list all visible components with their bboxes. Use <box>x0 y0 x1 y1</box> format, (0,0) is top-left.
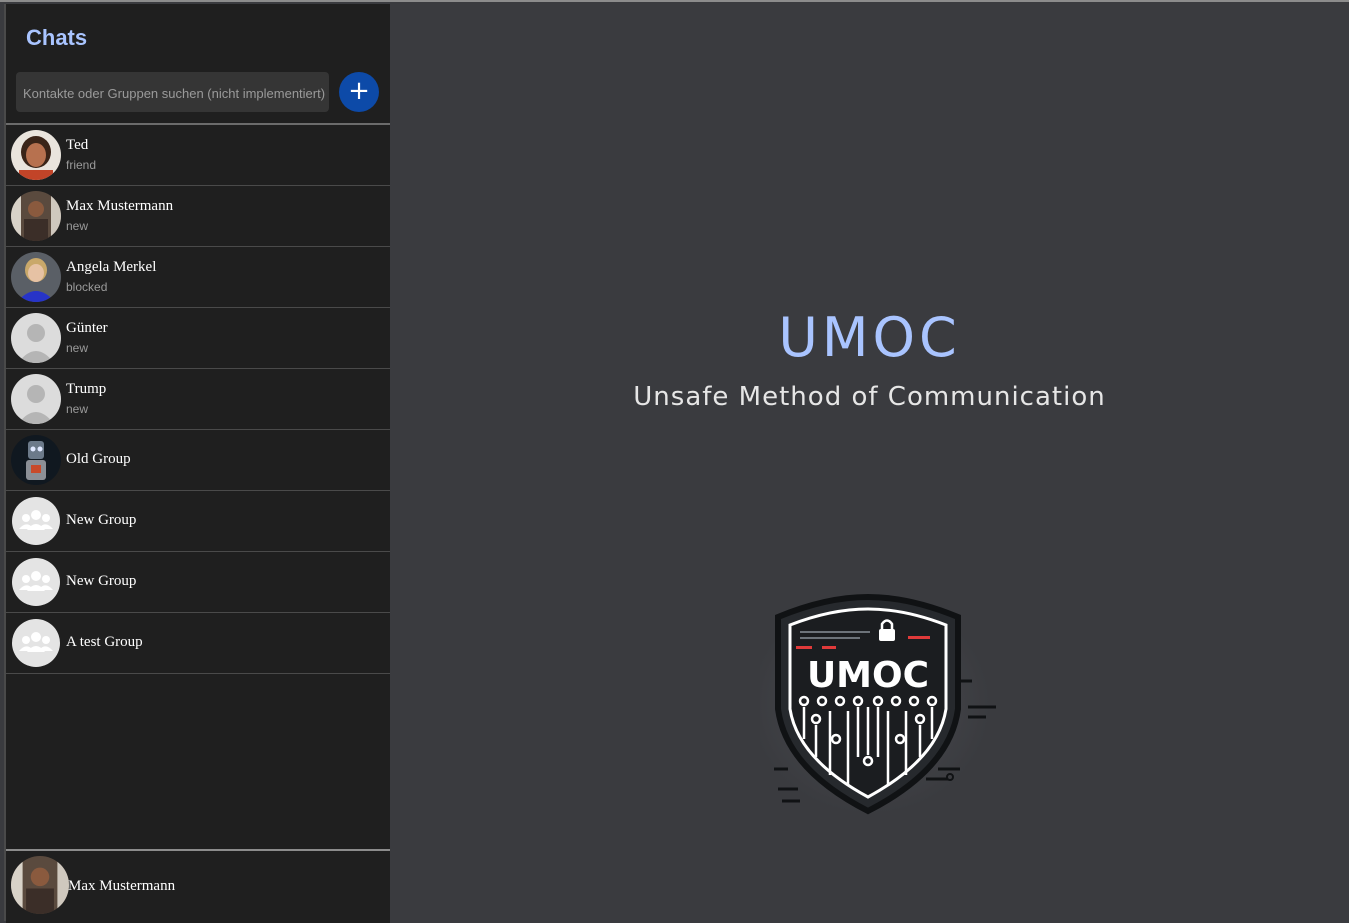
sidebar-title: Chats <box>26 25 88 50</box>
chat-list-item[interactable]: New Group <box>6 491 390 552</box>
chat-list-item[interactable]: Max Mustermann new <box>6 186 390 247</box>
chat-list-item[interactable]: Günter new <box>6 308 390 369</box>
chat-name: Trump <box>66 381 107 397</box>
chat-name: New Group <box>66 512 137 528</box>
chat-name: A test Group <box>66 634 143 650</box>
default-user-icon <box>11 374 61 424</box>
welcome-panel: UMOC Unsafe Method of Communication UMOC <box>390 4 1349 921</box>
chat-status: new <box>66 219 89 233</box>
chat-list-item[interactable]: Trump new <box>6 369 390 430</box>
add-chat-button[interactable]: + <box>339 72 379 112</box>
shield-lock-logo: UMOC <box>750 589 1010 819</box>
avatar <box>11 435 61 485</box>
current-user-bar[interactable]: Max Mustermann <box>6 849 390 923</box>
chat-status: new <box>66 341 89 355</box>
logo-text: UMOC <box>807 655 929 696</box>
app-window: Chats + Ted friend <box>0 0 1349 923</box>
chat-list-item[interactable]: A test Group <box>6 613 390 674</box>
group-icon <box>11 557 61 607</box>
current-user-name: Max Mustermann <box>68 878 176 894</box>
sidebar-header: Chats + <box>6 4 390 125</box>
app-subtitle: Unsafe Method of Communication <box>633 382 1106 412</box>
chat-list-item[interactable]: Angela Merkel blocked <box>6 247 390 308</box>
search-input[interactable] <box>21 72 328 112</box>
chat-list: Ted friend Max Mustermann new Angela Mer… <box>6 125 390 674</box>
app-title: UMOC <box>778 306 961 369</box>
chat-name: Angela Merkel <box>66 259 157 275</box>
chat-sidebar: Chats + Ted friend <box>4 4 392 923</box>
chat-status: blocked <box>66 280 108 294</box>
chat-name: Ted <box>66 137 89 153</box>
chat-name: New Group <box>66 573 137 589</box>
avatar <box>11 130 61 180</box>
avatar <box>11 856 69 914</box>
chat-name: Old Group <box>66 451 131 467</box>
chat-status: new <box>66 402 89 416</box>
default-user-icon <box>11 313 61 363</box>
avatar <box>11 252 61 302</box>
chat-list-item[interactable]: Ted friend <box>6 125 390 186</box>
group-icon <box>11 496 61 546</box>
chat-list-item[interactable]: Old Group <box>6 430 390 491</box>
chat-status: friend <box>66 158 97 172</box>
search-field-wrapper <box>16 72 329 112</box>
chat-list-item[interactable]: New Group <box>6 552 390 613</box>
group-icon <box>11 618 61 668</box>
chat-name: Max Mustermann <box>66 198 174 214</box>
chat-name: Günter <box>66 320 108 336</box>
avatar <box>11 191 61 241</box>
